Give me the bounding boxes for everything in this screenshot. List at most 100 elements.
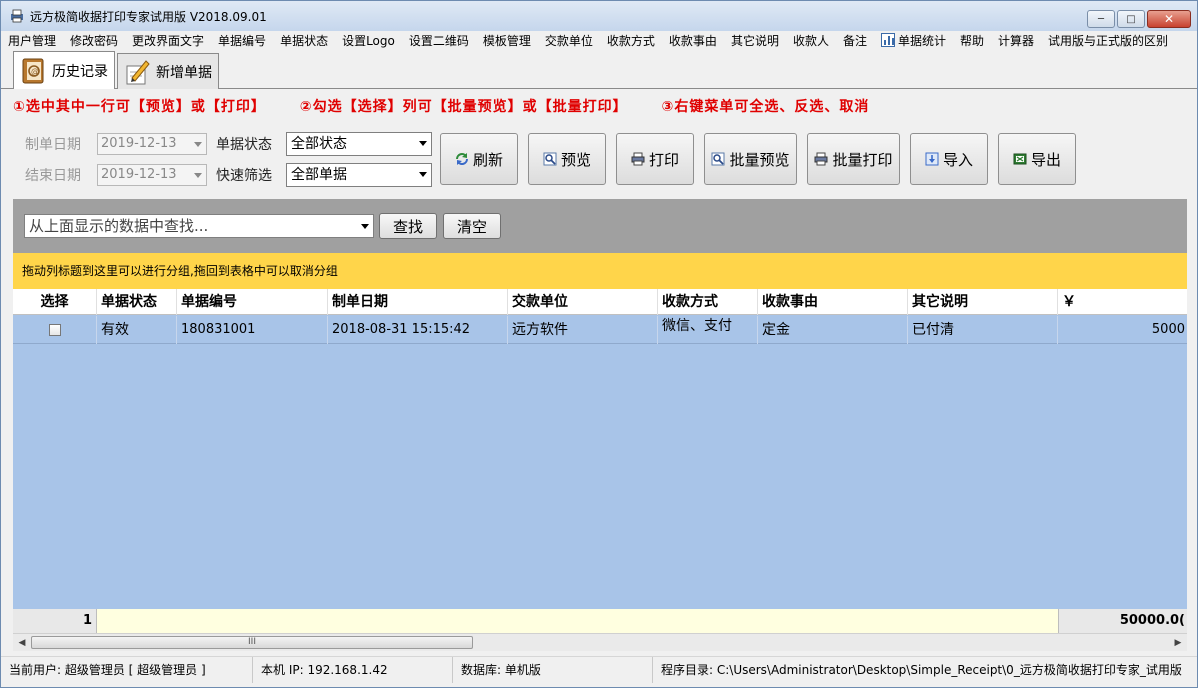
chevron-down-icon — [361, 224, 369, 229]
menu-label: 单据统计 — [897, 33, 946, 48]
menu-remarks[interactable]: 备注 — [836, 31, 874, 49]
preview-label: 预览 — [560, 150, 591, 169]
printer-icon — [814, 152, 828, 166]
find-label: 查找 — [392, 217, 423, 236]
preview-button[interactable]: 预览 — [528, 133, 606, 185]
search-panel: 从上面显示的数据中查找... 查找 清空 — [13, 199, 1187, 253]
column-header-amount[interactable]: ￥ — [1058, 289, 1187, 315]
tab-new-receipt[interactable]: 新增单据 — [117, 53, 219, 89]
refresh-icon — [455, 153, 468, 165]
column-header-reason[interactable]: 收款事由 — [758, 289, 908, 315]
search-input[interactable]: 从上面显示的数据中查找... — [24, 214, 374, 238]
cell-other: 已付清 — [908, 316, 1058, 344]
status-current-user: 当前用户: 超级管理员 [ 超级管理员 ] — [1, 656, 253, 683]
menu-payee[interactable]: 收款人 — [786, 31, 836, 49]
tab-history[interactable]: @ 历史记录 — [13, 51, 115, 89]
bar-chart-icon — [880, 33, 895, 47]
quick-filter-select[interactable]: 全部单据 — [286, 163, 432, 187]
batch-print-button[interactable]: 批量打印 — [807, 133, 900, 185]
menu-label: 试用版与正式版的区别 — [1048, 33, 1169, 48]
find-button[interactable]: 查找 — [379, 213, 437, 239]
menu-template-management[interactable]: 模板管理 — [476, 31, 538, 49]
scroll-right-icon[interactable]: ▶ — [1171, 636, 1185, 650]
column-header-payer[interactable]: 交款单位 — [508, 289, 658, 315]
menu-receipt-stats[interactable]: 单据统计 — [874, 31, 953, 49]
cell-number: 180831001 — [177, 316, 328, 344]
printer-icon — [631, 152, 645, 166]
chevron-down-icon — [194, 142, 202, 147]
menu-label: 收款事由 — [668, 33, 717, 48]
minimize-button[interactable]: ─ — [1087, 10, 1115, 28]
menu-label: 交款单位 — [544, 33, 593, 48]
menu-payment-reason[interactable]: 收款事由 — [662, 31, 724, 49]
status-bar: 当前用户: 超级管理员 [ 超级管理员 ] 本机 IP: 192.168.1.4… — [1, 656, 1197, 683]
menu-receipt-number[interactable]: 单据编号 — [211, 31, 273, 49]
status-filter-select[interactable]: 全部状态 — [286, 132, 432, 156]
menu-payer[interactable]: 交款单位 — [538, 31, 600, 49]
column-header-status[interactable]: 单据状态 — [97, 289, 177, 315]
menu-payment-method[interactable]: 收款方式 — [600, 31, 662, 49]
import-button[interactable]: 导入 — [910, 133, 988, 185]
maximize-button[interactable]: □ — [1117, 10, 1145, 28]
status-ip: 本机 IP: 192.168.1.42 — [253, 656, 453, 683]
cell-status: 有效 — [97, 316, 177, 344]
menu-help[interactable]: 帮助 — [953, 31, 991, 49]
tab-label: 历史记录 — [52, 63, 108, 80]
clear-button[interactable]: 清空 — [443, 213, 501, 239]
maximize-icon: □ — [1126, 13, 1136, 25]
column-header-number[interactable]: 单据编号 — [177, 289, 328, 315]
end-date-picker[interactable]: 2019-12-13 — [97, 164, 207, 186]
group-by-panel[interactable]: 拖动列标题到这里可以进行分组,拖回到表格中可以取消分组 — [13, 253, 1187, 289]
scroll-left-icon[interactable]: ◀ — [15, 636, 29, 650]
print-button[interactable]: 打印 — [616, 133, 694, 185]
menu-receipt-status[interactable]: 单据状态 — [273, 31, 335, 49]
status-filter-value: 全部状态 — [291, 136, 347, 152]
menu-change-password[interactable]: 修改密码 — [63, 31, 125, 49]
menu-set-logo[interactable]: 设置Logo — [335, 31, 402, 49]
refresh-label: 刷新 — [472, 150, 503, 169]
start-date-label: 制单日期 — [25, 137, 81, 153]
menu-trial-vs-full[interactable]: 试用版与正式版的区别 — [1041, 31, 1175, 49]
tab-label: 新增单据 — [156, 64, 212, 81]
title-bar: 远方极简收据打印专家试用版 V2018.09.01 ─ □ ✕ — [1, 1, 1197, 31]
column-header-date[interactable]: 制单日期 — [328, 289, 508, 315]
column-header-method[interactable]: 收款方式 — [658, 289, 758, 315]
start-date-picker[interactable]: 2019-12-13 — [97, 133, 207, 155]
batch-preview-label: 批量预览 — [729, 150, 790, 169]
row-select-cell[interactable] — [13, 316, 97, 344]
grid-summary-footer: 1 50000.0( — [13, 609, 1187, 633]
svg-text:@: @ — [31, 67, 39, 76]
chevron-down-icon — [419, 172, 427, 177]
horizontal-scrollbar[interactable]: ◀ III ▶ — [13, 633, 1187, 651]
pencil-notepad-icon — [126, 59, 150, 84]
import-icon — [925, 152, 939, 166]
close-button[interactable]: ✕ — [1147, 10, 1191, 28]
menu-other-notes[interactable]: 其它说明 — [724, 31, 786, 49]
column-header-select[interactable]: 选择 — [13, 289, 97, 315]
usage-hints: ①选中其中一行可【预览】或【打印】 ②勾选【选择】列可【批量预览】或【批量打印】… — [13, 96, 897, 116]
chevron-down-icon — [194, 173, 202, 178]
menu-set-qrcode[interactable]: 设置二维码 — [402, 31, 476, 49]
menu-label: 帮助 — [960, 33, 985, 48]
batch-preview-button[interactable]: 批量预览 — [704, 133, 797, 185]
window-title: 远方极简收据打印专家试用版 V2018.09.01 — [30, 9, 267, 24]
cell-reason: 定金 — [758, 316, 908, 344]
row-checkbox[interactable] — [48, 324, 61, 336]
export-button[interactable]: 导出 — [998, 133, 1076, 185]
column-header-other[interactable]: 其它说明 — [908, 289, 1058, 315]
hint-select-row: ①选中其中一行可【预览】或【打印】 — [13, 99, 266, 115]
menu-change-ui-text[interactable]: 更改界面文字 — [125, 31, 211, 49]
scrollbar-thumb[interactable]: III — [31, 636, 473, 649]
cell-method: 微信、支付 — [658, 316, 758, 344]
clear-label: 清空 — [456, 217, 487, 236]
refresh-button[interactable]: 刷新 — [440, 133, 518, 185]
menu-user-management[interactable]: 用户管理 — [1, 31, 63, 49]
magnifier-icon — [711, 152, 725, 166]
quick-filter-value: 全部单据 — [291, 167, 347, 183]
table-row[interactable]: 有效 180831001 2018-08-31 15:15:42 远方软件 微信… — [13, 316, 1187, 344]
search-placeholder: 从上面显示的数据中查找... — [29, 217, 209, 235]
menu-calculator[interactable]: 计算器 — [991, 31, 1041, 49]
chevron-down-icon — [419, 141, 427, 146]
minimize-icon: ─ — [1097, 13, 1105, 25]
menu-label: 备注 — [842, 33, 867, 48]
